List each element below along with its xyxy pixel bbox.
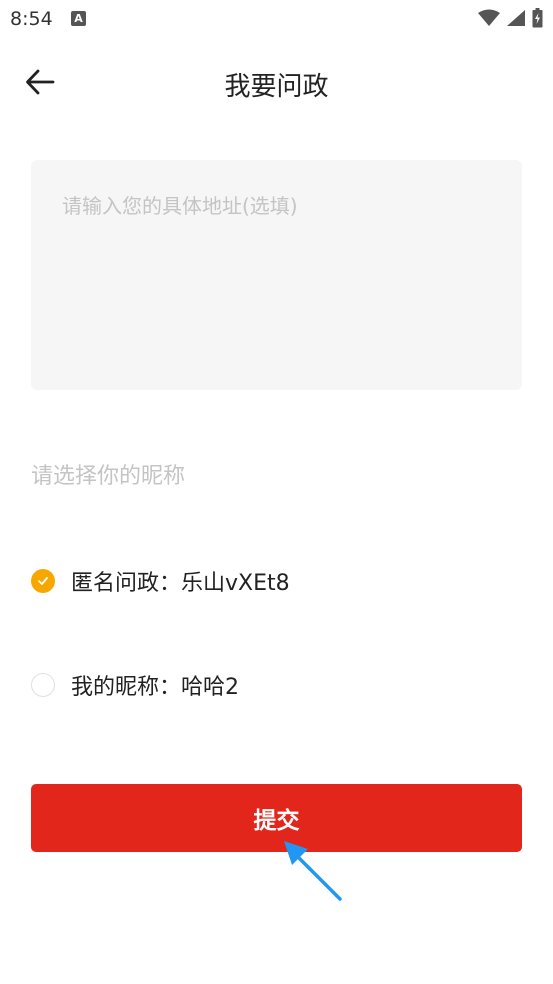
nickname-option[interactable]: 我的昵称：哈哈2: [31, 669, 239, 701]
nickname-prompt: 请选择你的昵称: [31, 464, 186, 489]
checkmark-icon: [38, 577, 48, 585]
submit-button[interactable]: 提交: [31, 784, 522, 852]
status-bar: 8:54 A: [0, 0, 553, 40]
battery-icon: [532, 8, 543, 32]
anonymous-option-label: 匿名问政：乐山vXEt8: [71, 571, 290, 596]
anonymous-radio[interactable]: [31, 569, 55, 593]
page-title: 我要问政: [224, 72, 329, 102]
status-time: 8:54: [10, 8, 53, 30]
pointer-arrow-icon: [284, 841, 342, 901]
anonymous-option[interactable]: 匿名问政：乐山vXEt8: [31, 565, 290, 597]
address-input[interactable]: [31, 160, 522, 390]
notification-app-icon: A: [71, 11, 86, 26]
nickname-option-label: 我的昵称：哈哈2: [71, 675, 239, 700]
nickname-radio[interactable]: [31, 673, 55, 697]
app-bar: 我要问政: [0, 40, 553, 126]
signal-icon: [506, 9, 526, 31]
status-icons: [478, 8, 543, 32]
wifi-icon: [478, 9, 500, 31]
